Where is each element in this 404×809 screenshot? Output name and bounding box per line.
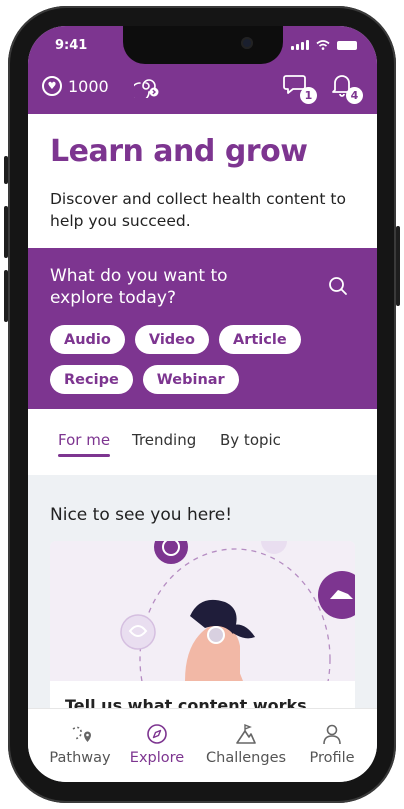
volume-up-button [4, 206, 8, 258]
notch [123, 26, 283, 64]
tab-bar: For me Trending By topic [28, 409, 377, 475]
camera-icon [241, 37, 253, 49]
status-time: 9:41 [55, 38, 88, 53]
content-card[interactable]: Tell us what content works [50, 541, 355, 731]
card-illustration [50, 541, 355, 681]
messages-badge: 1 [300, 87, 317, 104]
person-icon [323, 724, 341, 745]
notifications-button[interactable]: 4 [329, 72, 363, 104]
nav-label-challenges: Challenges [206, 750, 287, 766]
wifi-icon [316, 40, 330, 50]
nav-explore[interactable]: Explore [117, 723, 197, 766]
battery-icon [337, 41, 357, 50]
feed-section: Nice to see you here! Tell us what conte… [28, 475, 377, 731]
hero-section: Learn and grow Discover and collect heal… [28, 114, 377, 248]
page-title: Learn and grow [50, 134, 308, 169]
points-value: 1000 [68, 76, 109, 96]
compass-icon [147, 724, 167, 744]
tab-for-me[interactable]: For me [58, 431, 110, 449]
mountain-flag-icon [236, 723, 256, 744]
chip-audio[interactable]: Audio [50, 325, 125, 354]
feed-heading: Nice to see you here! [50, 505, 233, 525]
volume-down-button [4, 270, 8, 322]
signal-icon [291, 40, 309, 50]
mute-switch [4, 156, 8, 184]
notifications-badge: 4 [346, 87, 363, 104]
points-counter[interactable]: ♥ 1000 [42, 76, 109, 96]
chip-webinar[interactable]: Webinar [142, 365, 239, 394]
nav-label-pathway: Pathway [49, 750, 111, 766]
active-tab-indicator [58, 454, 110, 457]
page-subtitle: Discover and collect health content to h… [50, 190, 346, 230]
top-app-bar: 9:41 ♥ 1000 1 4 [28, 26, 377, 114]
chip-video[interactable]: Video [134, 325, 209, 354]
app-screen: 9:41 ♥ 1000 1 4 Learn and grow Discover … [28, 26, 377, 782]
nav-profile[interactable]: Profile [292, 723, 372, 766]
messages-button[interactable]: 1 [283, 72, 317, 104]
content-type-chips: Audio Video Article Recipe Webinar [50, 325, 350, 394]
nav-challenges[interactable]: Challenges [206, 723, 286, 766]
nav-label-profile: Profile [309, 750, 355, 766]
tab-trending[interactable]: Trending [132, 431, 196, 449]
bottom-navigation: Pathway Explore Challenges Profile [28, 708, 377, 782]
explore-question: What do you want to explore today? [50, 266, 228, 308]
tab-by-topic[interactable]: By topic [220, 431, 281, 449]
chip-recipe[interactable]: Recipe [50, 365, 133, 394]
header-actions: 1 4 [283, 72, 363, 104]
power-button [396, 226, 400, 306]
coin-heart-icon: ♥ [42, 76, 62, 96]
explore-panel: What do you want to explore today? Audio… [28, 248, 377, 409]
nav-label-explore: Explore [129, 750, 185, 766]
swirl-icon[interactable] [134, 74, 160, 98]
chip-article[interactable]: Article [218, 325, 301, 354]
pathway-icon [72, 726, 91, 742]
search-icon[interactable] [328, 276, 348, 296]
status-icons [291, 40, 357, 50]
nav-pathway[interactable]: Pathway [40, 723, 120, 766]
